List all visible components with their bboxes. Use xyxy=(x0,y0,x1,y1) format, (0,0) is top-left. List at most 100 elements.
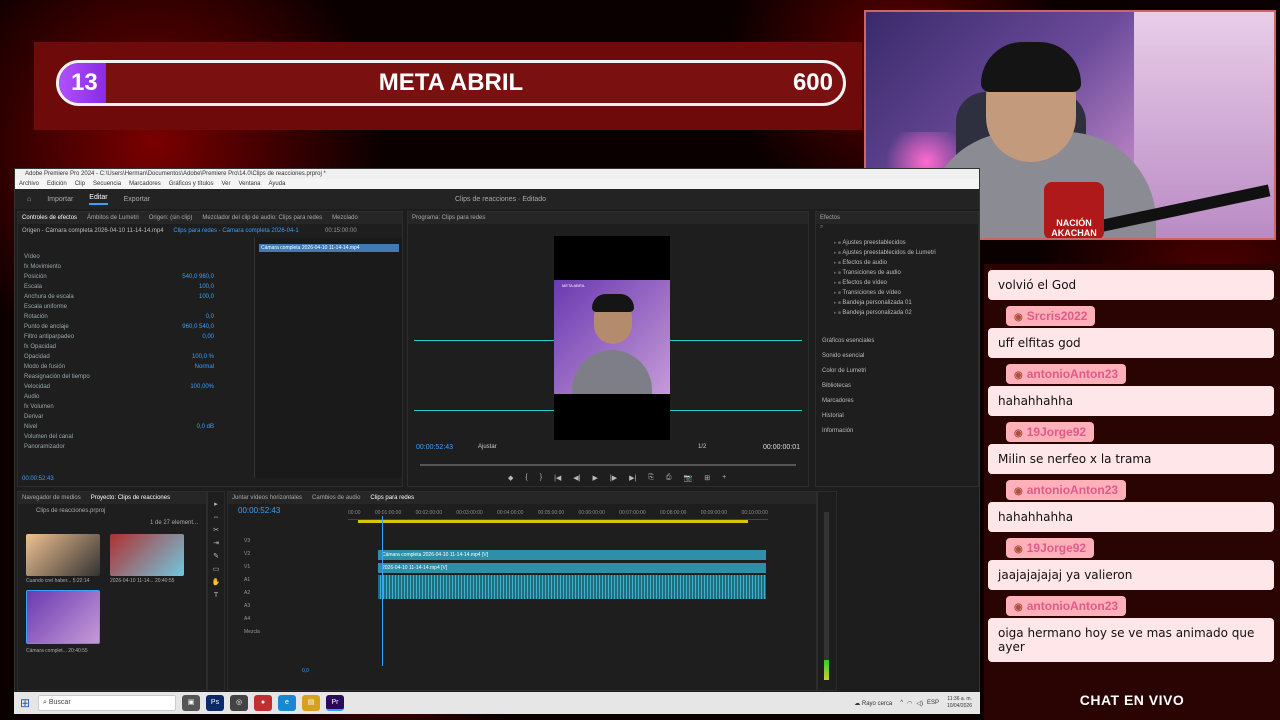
effects-folder[interactable]: Ajustes preestablecidos de Lumetri xyxy=(816,248,978,258)
effects-folder[interactable]: Bandeja personalizada 02 xyxy=(816,308,978,318)
fx-property-row[interactable]: Rotación 0,0 xyxy=(24,312,254,322)
file-explorer-icon[interactable]: ▤ xyxy=(302,695,320,711)
clip-a1-waveform[interactable] xyxy=(378,575,766,599)
transport-control-4[interactable]: ◀| xyxy=(573,474,580,482)
fx-property-row[interactable]: Escala uniforme xyxy=(24,302,254,312)
effects-folder[interactable]: Transiciones de audio xyxy=(816,268,978,278)
chat-username[interactable]: ◉ 19Jorge92 xyxy=(1006,538,1095,558)
side-panel-item[interactable]: Información xyxy=(816,424,978,439)
timeline-tab-0[interactable]: Juntar vídeos horizontales xyxy=(232,495,302,501)
obs-icon[interactable]: ● xyxy=(254,695,272,711)
menu-item-4[interactable]: Marcadores xyxy=(129,179,161,189)
transport-control-0[interactable]: ◆ xyxy=(508,474,513,482)
fx-tab-3[interactable]: Mezclador del clip de audio: Clips para … xyxy=(202,215,322,221)
fx-tab-1[interactable]: Ámbitos de Lumetri xyxy=(87,215,139,221)
transport-control-1[interactable]: { xyxy=(525,474,527,482)
timeline-ruler[interactable]: 00:00 00:01:00:00 00:02:00:00 00:03:00:00 00… xyxy=(348,510,768,520)
fx-property-row[interactable]: Escala 100,0 xyxy=(24,282,254,292)
menu-item-1[interactable]: Edición xyxy=(47,179,67,189)
side-panel-item[interactable]: Sonido esencial xyxy=(816,349,978,364)
fx-sequence-link[interactable]: Clips para redes - Cámara completa 2026-… xyxy=(173,228,298,234)
timeline-tab-1[interactable]: Cambios de audio xyxy=(312,495,360,501)
effects-folder[interactable]: Efectos de audio xyxy=(816,258,978,268)
fx-property-row[interactable]: Velocidad 100,00% xyxy=(24,382,254,392)
clip-v2[interactable]: Cámara completa 2026-04-10 11-14-14.mp4 … xyxy=(378,550,766,560)
fx-property-row[interactable]: Punto de anclaje 960,0 540,0 xyxy=(24,322,254,332)
tab-exportar[interactable]: Exportar xyxy=(124,196,150,203)
fx-property-row[interactable]: fx Movimiento xyxy=(24,262,254,272)
fx-property-row[interactable]: Anchura de escala 100,0 xyxy=(24,292,254,302)
weather-widget[interactable]: ☁ Rayo cerca xyxy=(854,700,892,707)
fx-property-value[interactable]: 0,0 dB xyxy=(197,424,214,430)
menu-item-7[interactable]: Ventana xyxy=(238,179,260,189)
fx-property-row[interactable]: fx Volumen xyxy=(24,402,254,412)
fx-property-value[interactable]: 0,0 xyxy=(206,314,214,320)
menu-item-3[interactable]: Secuencia xyxy=(93,179,121,189)
tab-importar[interactable]: Importar xyxy=(47,196,73,203)
menu-item-0[interactable]: Archivo xyxy=(19,179,39,189)
fx-property-value[interactable]: 100,0 xyxy=(199,294,214,300)
chat-username[interactable]: ◉ antonioAnton23 xyxy=(1006,364,1127,384)
resolution-select[interactable]: 1/2 xyxy=(698,444,706,450)
transport-control-7[interactable]: ▶| xyxy=(629,474,636,482)
fx-property-row[interactable]: Opacidad 100,0 % xyxy=(24,352,254,362)
side-panel-item[interactable]: Marcadores xyxy=(816,394,978,409)
side-panel-item[interactable]: Color de Lumetri xyxy=(816,364,978,379)
transport-control-5[interactable]: ▶ xyxy=(592,474,597,482)
chat-username[interactable]: ◉ 19Jorge92 xyxy=(1006,422,1095,442)
chat-username[interactable]: ◉ antonioAnton23 xyxy=(1006,596,1127,616)
fx-property-value[interactable]: 0,00 xyxy=(202,334,214,340)
track-header-a4[interactable]: A4 xyxy=(244,616,250,622)
tab-editar[interactable]: Editar xyxy=(89,194,108,205)
track-header-v3[interactable]: V3 xyxy=(244,538,250,544)
transport-control-9[interactable]: ⎙ xyxy=(666,474,672,482)
taskbar-clock[interactable]: 11:36 a. m. 10/04/2026 xyxy=(947,696,972,710)
fx-property-value[interactable]: 100,00% xyxy=(190,384,214,390)
transport-control-11[interactable]: ⊞ xyxy=(704,474,710,482)
timeline-tab-2[interactable]: Clips para redes xyxy=(370,495,414,501)
project-thumb-2[interactable] xyxy=(110,534,184,576)
fx-property-value[interactable]: 100,0 xyxy=(199,284,214,290)
home-icon[interactable]: ⌂ xyxy=(27,196,31,203)
fx-property-value[interactable]: 540,0 960,0 xyxy=(182,274,214,280)
project-thumb-3[interactable] xyxy=(26,590,100,644)
effects-folder[interactable]: Efectos de vídeo xyxy=(816,278,978,288)
fx-property-row[interactable]: Volumen del canal xyxy=(24,432,254,442)
transport-control-12[interactable]: + xyxy=(722,474,726,482)
track-header-mezcla[interactable]: Mezcla xyxy=(244,629,260,635)
fx-property-row[interactable]: Panoramizador xyxy=(24,442,254,452)
side-panel-item[interactable]: Bibliotecas xyxy=(816,379,978,394)
transport-control-6[interactable]: |▶ xyxy=(610,474,617,482)
track-header-a2[interactable]: A2 xyxy=(244,590,250,596)
effects-folder[interactable]: Ajustes preestablecidos xyxy=(816,238,978,248)
transport-control-3[interactable]: |◀ xyxy=(554,474,561,482)
mix-value[interactable]: 0,0 xyxy=(302,668,309,674)
tab-project[interactable]: Proyecto: Clips de reacciones xyxy=(91,495,170,501)
tool-icons[interactable]: ▸ ⇔ ✂ ⇥ ✎ ▭ ✋ T xyxy=(208,492,224,602)
fx-property-row[interactable]: Nivel 0,0 dB xyxy=(24,422,254,432)
side-panel-item[interactable]: Gráficos esenciales xyxy=(816,334,978,349)
fx-property-value[interactable]: 100,0 % xyxy=(192,354,214,360)
fx-property-row[interactable]: Posición 540,0 960,0 xyxy=(24,272,254,282)
windows-start-icon[interactable]: ⊞ xyxy=(14,696,36,710)
project-thumb-1[interactable] xyxy=(26,534,100,576)
fx-property-row[interactable]: Vídeo xyxy=(24,252,254,262)
menu-item-2[interactable]: Clip xyxy=(75,179,85,189)
tray-chevron-icon[interactable]: ^ xyxy=(900,700,903,707)
transport-control-8[interactable]: ⎘ xyxy=(648,474,654,482)
taskbar-search-input[interactable]: ⌕ Buscar xyxy=(38,695,176,711)
transport-control-2[interactable]: } xyxy=(540,474,542,482)
menu-item-6[interactable]: Ver xyxy=(221,179,230,189)
fx-property-value[interactable]: 960,0 540,0 xyxy=(182,324,214,330)
program-scrubber[interactable] xyxy=(420,464,796,466)
chat-username[interactable]: ◉ Srcris2022 xyxy=(1006,306,1096,326)
program-video-frame[interactable]: META ABRIL xyxy=(554,236,670,440)
fx-property-row[interactable]: Derivar xyxy=(24,412,254,422)
fx-property-row[interactable]: Filtro antiparpadeo 0,00 xyxy=(24,332,254,342)
clip-v1[interactable]: 2026-04-10 11-14-14.mp4 [V] xyxy=(378,563,766,573)
volume-icon[interactable]: ◁) xyxy=(916,700,923,707)
fx-property-row[interactable]: fx Opacidad xyxy=(24,342,254,352)
track-header-v1[interactable]: V1 xyxy=(244,564,250,570)
edge-icon[interactable]: e xyxy=(278,695,296,711)
fx-property-value[interactable]: Normal xyxy=(195,364,214,370)
